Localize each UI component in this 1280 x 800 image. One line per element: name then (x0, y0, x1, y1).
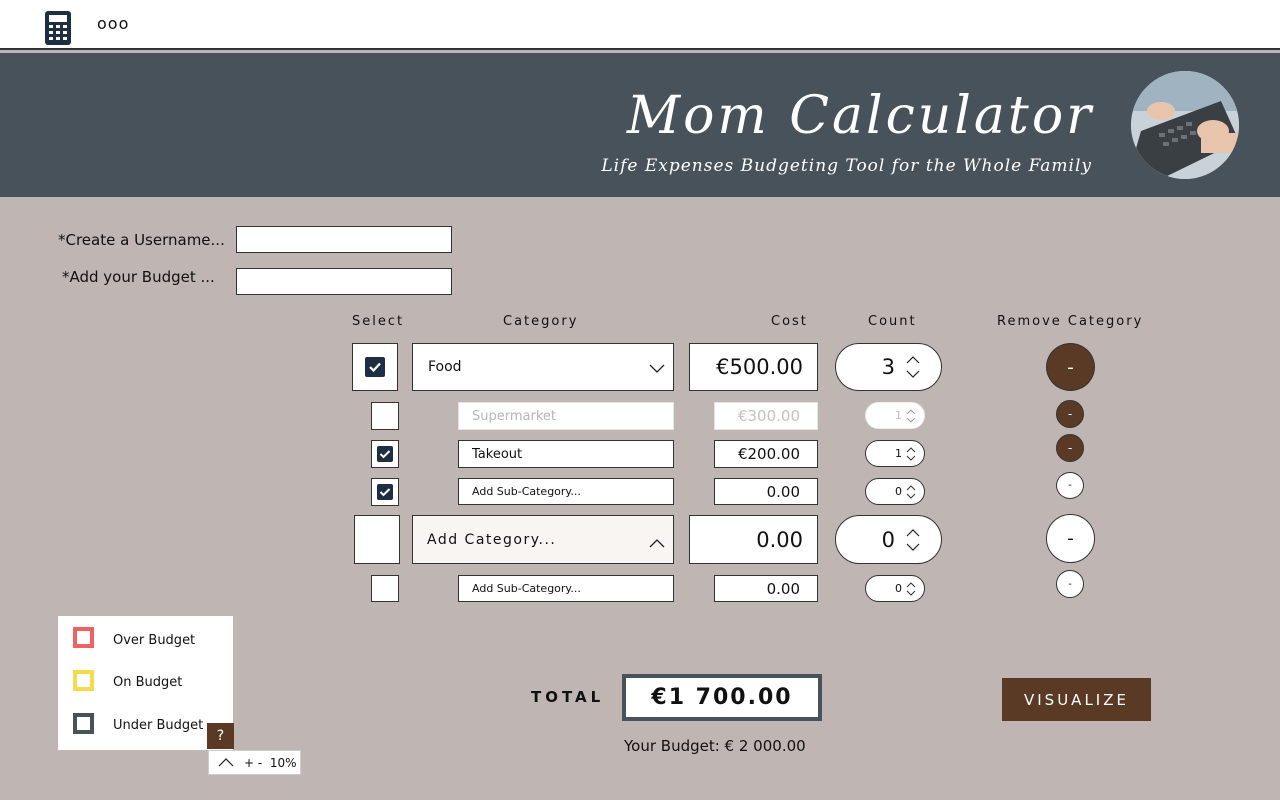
header-photo (1131, 71, 1239, 179)
over-budget-swatch (73, 627, 94, 648)
remove-category-button[interactable]: - (1046, 343, 1095, 391)
stepper-icon[interactable] (906, 446, 916, 461)
subcategory-name: Add Sub-Category... (472, 485, 581, 498)
checkmark-icon (377, 446, 393, 462)
category-name: Food (428, 359, 462, 375)
column-header-remove: Remove Category (997, 314, 1144, 329)
over-budget-label: Over Budget (113, 633, 196, 648)
count-stepper[interactable]: 0 (865, 575, 925, 602)
row-checkbox[interactable] (352, 343, 398, 391)
on-budget-label: On Budget (113, 675, 183, 690)
remove-label: - (1067, 356, 1074, 378)
calculator-icon[interactable] (45, 11, 71, 45)
remove-subcategory-button[interactable]: - (1056, 472, 1084, 499)
stepper-icon[interactable] (905, 528, 921, 552)
column-header-select: Select (352, 314, 405, 329)
category-select[interactable]: Add Category... (412, 515, 674, 564)
app-subtitle: Life Expenses Budgeting Tool for the Who… (601, 156, 1092, 176)
subcategory-name: Add Sub-Category... (472, 582, 581, 595)
top-bar: ooo (0, 0, 1280, 50)
count-value: 0 (895, 582, 902, 595)
row-checkbox[interactable] (371, 575, 399, 602)
chevron-up-icon[interactable] (218, 758, 234, 767)
count-stepper[interactable]: 0 (835, 515, 942, 564)
cost-value: 0.00 (766, 482, 800, 501)
count-stepper[interactable]: 1 (865, 440, 925, 467)
tolerance-control[interactable]: + - 10% (208, 750, 301, 775)
help-button[interactable]: ? (207, 723, 234, 749)
cost-field[interactable]: 0.00 (714, 478, 818, 505)
count-stepper[interactable]: 3 (835, 343, 942, 391)
category-select[interactable]: Food (412, 343, 674, 391)
cost-value: €200.00 (737, 445, 800, 463)
subcategory-field[interactable]: Add Sub-Category... (458, 575, 674, 602)
stepper-icon[interactable] (906, 484, 916, 499)
row-checkbox[interactable] (354, 515, 400, 564)
remove-label: - (1067, 528, 1074, 549)
remove-category-button[interactable]: - (1046, 514, 1095, 563)
subcategory-name: Supermarket (472, 408, 556, 424)
count-stepper[interactable]: 1 (865, 402, 925, 429)
column-header-category: Category (503, 314, 579, 329)
total-value: €1 700.00 (622, 674, 822, 721)
count-stepper[interactable]: 0 (865, 478, 925, 505)
row-checkbox[interactable] (371, 402, 399, 430)
remove-label: - (1067, 407, 1073, 421)
cost-value: 0.00 (756, 527, 803, 552)
stepper-icon[interactable] (905, 355, 921, 379)
stepper-icon[interactable] (906, 408, 916, 423)
under-budget-label: Under Budget (113, 718, 204, 733)
checkmark-icon (365, 357, 385, 377)
username-label: *Create a Username... (58, 231, 225, 249)
remove-subcategory-button[interactable]: - (1056, 570, 1084, 598)
budget-input[interactable] (236, 268, 452, 295)
cost-field[interactable]: €500.00 (689, 343, 818, 391)
total-label: TOTAL (531, 688, 605, 706)
remove-label: - (1068, 480, 1072, 491)
chevron-down-icon (649, 364, 665, 373)
checkmark-icon (377, 484, 393, 500)
category-name: Add Category... (427, 531, 557, 548)
cost-field[interactable]: 0.00 (714, 575, 818, 602)
budget-label: *Add your Budget ... (62, 268, 215, 286)
under-budget-swatch (73, 713, 94, 734)
cost-value: €300.00 (737, 407, 800, 425)
remove-label: - (1067, 441, 1073, 455)
app-title: Mom Calculator (626, 86, 1094, 146)
cost-field[interactable]: 0.00 (689, 515, 818, 564)
stepper-icon[interactable] (906, 581, 916, 596)
subcategory-field[interactable]: Supermarket (458, 402, 674, 430)
remove-subcategory-button[interactable]: - (1056, 400, 1084, 428)
budget-summary: Your Budget: € 2 000.00 (624, 737, 806, 755)
row-checkbox[interactable] (371, 440, 399, 468)
username-input[interactable] (236, 226, 452, 253)
cost-field[interactable]: €300.00 (714, 402, 818, 430)
subcategory-field[interactable]: Takeout (458, 440, 674, 468)
on-budget-swatch (73, 670, 94, 691)
count-value: 0 (881, 527, 895, 552)
subcategory-field[interactable]: Add Sub-Category... (458, 478, 674, 505)
visualize-button[interactable]: VISUALIZE (1002, 678, 1151, 721)
column-header-count: Count (868, 314, 917, 329)
tolerance-value: + - 10% (244, 755, 297, 770)
cost-field[interactable]: €200.00 (714, 440, 818, 468)
cost-value: 0.00 (766, 579, 800, 598)
count-value: 1 (895, 409, 902, 422)
count-value: 0 (895, 485, 902, 498)
remove-subcategory-button[interactable]: - (1056, 434, 1084, 462)
row-checkbox[interactable] (371, 478, 399, 506)
menu-dots[interactable]: ooo (97, 14, 129, 33)
column-header-cost: Cost (771, 314, 808, 329)
subcategory-name: Takeout (472, 446, 523, 462)
cost-value: €500.00 (716, 355, 803, 379)
remove-label: - (1068, 578, 1072, 590)
chevron-up-icon (649, 539, 665, 548)
count-value: 3 (881, 355, 895, 379)
count-value: 1 (895, 447, 902, 460)
